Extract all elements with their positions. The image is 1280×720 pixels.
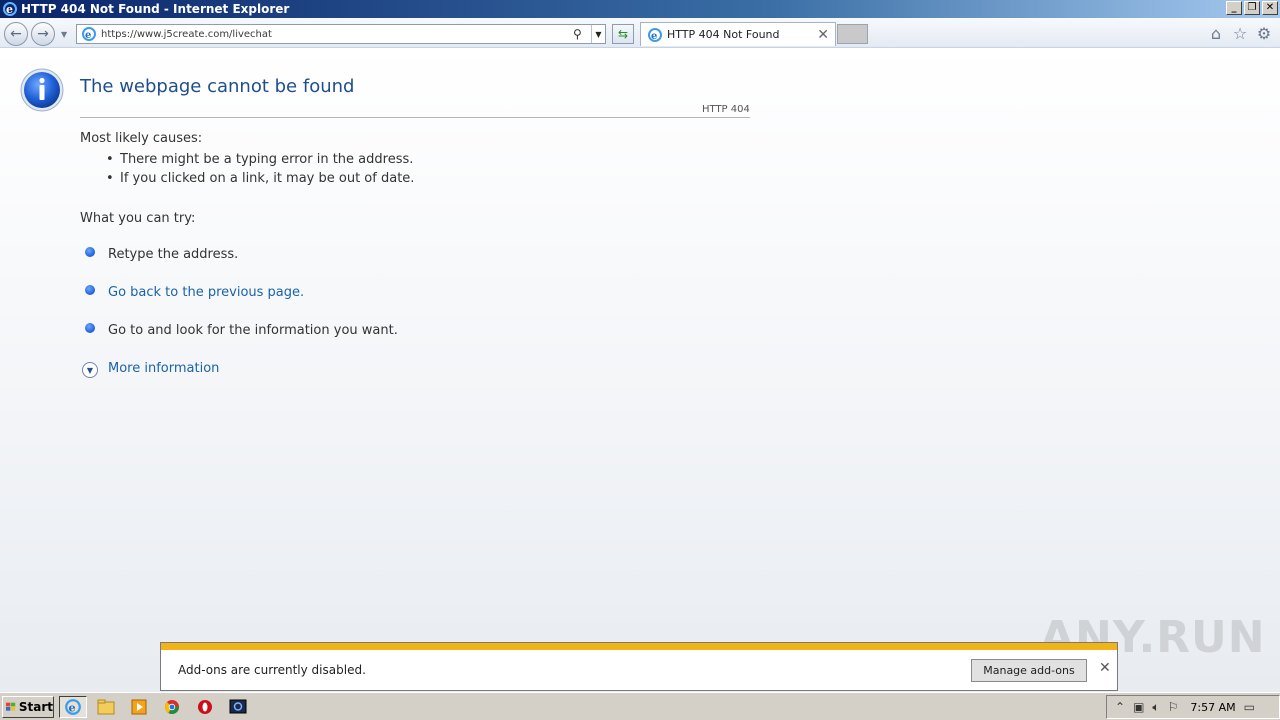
settings-gear-icon[interactable]: ⚙: [1256, 24, 1272, 43]
internet-explorer-icon: e: [3, 2, 17, 16]
favorites-star-icon[interactable]: ☆: [1232, 24, 1248, 43]
address-url[interactable]: https://www.j5create.com/livechat: [101, 29, 573, 40]
taskbar-media-player-button[interactable]: [125, 696, 153, 718]
go-back-link[interactable]: Go back to the previous page.: [108, 285, 304, 300]
svg-text:e: e: [6, 3, 13, 16]
start-button[interactable]: Start: [2, 695, 54, 718]
media-player-icon: [131, 699, 147, 714]
taskbar: Start e ⌃ ▣ 🔈︎ ⚐ 7:57 AM ▭: [0, 692, 1280, 720]
svg-text:e: e: [69, 700, 76, 714]
back-arrow-icon: ←: [10, 26, 22, 42]
taskbar-chrome-button[interactable]: [158, 696, 186, 718]
navigation-bar: ← → ▼ e https://www.j5create.com/livecha…: [0, 18, 1280, 48]
page-title: The webpage cannot be found: [80, 76, 355, 97]
info-icon: [20, 68, 64, 112]
page-content: The webpage cannot be found HTTP 404 Mos…: [0, 48, 1280, 692]
start-label: Start: [18, 699, 53, 714]
cause-item: • If you clicked on a link, it may be out…: [106, 171, 415, 186]
window-title-bar: e HTTP 404 Not Found - Internet Explorer…: [0, 0, 1280, 18]
http-status-code: HTTP 404: [702, 104, 750, 115]
home-icon[interactable]: ⌂: [1208, 24, 1224, 43]
show-desktop-icon[interactable]: ▭: [1244, 700, 1255, 714]
clock[interactable]: 7:57 AM: [1190, 701, 1235, 714]
internet-explorer-icon: e: [65, 698, 81, 715]
bullet-icon: [85, 323, 95, 333]
title-divider: [80, 117, 750, 118]
taskbar-opera-button[interactable]: [191, 696, 219, 718]
windows-logo-icon: [6, 702, 16, 711]
folder-icon: [97, 699, 115, 714]
address-bar[interactable]: e https://www.j5create.com/livechat ⚲ ▼: [76, 24, 606, 44]
tab-http-404[interactable]: e HTTP 404 Not Found ✕: [640, 22, 836, 46]
svg-text:e: e: [651, 31, 657, 42]
expand-chevron-icon[interactable]: ▼: [82, 362, 98, 378]
back-button[interactable]: ←: [4, 22, 28, 46]
svg-text:e: e: [85, 30, 91, 41]
window-controls: _ ❐ ✕: [1226, 1, 1278, 15]
address-dropdown-icon[interactable]: ▼: [591, 25, 605, 43]
manage-addons-button[interactable]: Manage add-ons: [971, 659, 1087, 682]
tab-close-icon[interactable]: ✕: [817, 27, 829, 43]
notification-close-icon[interactable]: ✕: [1099, 660, 1111, 676]
system-tray: ⌃ ▣ 🔈︎ ⚐ 7:57 AM ▭: [1106, 695, 1280, 719]
ie-tab-icon: e: [648, 27, 662, 42]
more-information-link[interactable]: More information: [108, 361, 219, 376]
cause-item: • There might be a typing error in the ad…: [106, 152, 414, 167]
addons-notification-bar: Add-ons are currently disabled. Manage a…: [160, 642, 1118, 691]
notification-message: Add-ons are currently disabled.: [178, 663, 366, 677]
close-button[interactable]: ✕: [1262, 1, 1278, 15]
causes-heading: Most likely causes:: [80, 131, 203, 146]
try-retype-address: Retype the address.: [108, 247, 239, 262]
compatibility-refresh-button[interactable]: ⇆: [612, 24, 634, 44]
minimize-button[interactable]: _: [1226, 1, 1242, 15]
try-go-to-site: Go to and look for the information you w…: [108, 323, 398, 338]
show-hidden-icons-icon[interactable]: ⌃: [1115, 700, 1125, 714]
volume-icon[interactable]: 🔈︎: [1152, 700, 1159, 715]
search-icon[interactable]: ⚲: [573, 27, 587, 41]
action-center-flag-icon[interactable]: ⚐: [1168, 700, 1179, 714]
notification-stripe: [161, 643, 1117, 650]
ie-page-icon: e: [82, 27, 96, 41]
history-dropdown-icon[interactable]: ▼: [61, 30, 67, 39]
taskbar-explorer-button[interactable]: [92, 696, 120, 718]
bullet-icon: [85, 285, 95, 295]
refresh-icon: ⇆: [617, 27, 629, 41]
taskbar-app-button[interactable]: [224, 696, 252, 718]
forward-arrow-icon: →: [37, 26, 49, 42]
toolbar-icons: ⌂ ☆ ⚙: [1208, 24, 1272, 43]
opera-icon: [198, 699, 212, 714]
forward-button[interactable]: →: [31, 22, 55, 46]
restore-button[interactable]: ❐: [1244, 1, 1260, 15]
tab-label: HTTP 404 Not Found: [667, 28, 780, 41]
network-icon[interactable]: ▣: [1133, 700, 1144, 714]
bullet-icon: [85, 247, 95, 257]
monitor-app-icon: [229, 699, 247, 713]
taskbar-ie-button[interactable]: e: [59, 695, 87, 718]
try-heading: What you can try:: [80, 211, 196, 226]
new-tab-button[interactable]: [837, 24, 868, 44]
window-title: HTTP 404 Not Found - Internet Explorer: [21, 2, 290, 16]
chrome-icon: [164, 699, 179, 714]
